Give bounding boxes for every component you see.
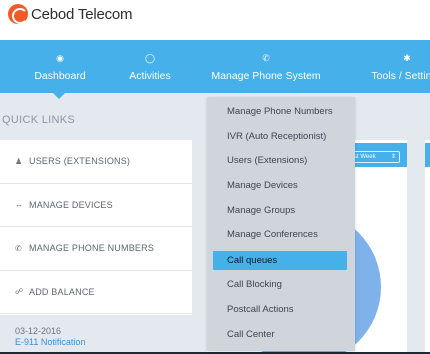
quick-links-list: ♟ USERS (EXTENSIONS) ↔ MANAGE DEVICES ✆ … <box>0 140 192 315</box>
brand-name: Cebod Telecom <box>31 5 133 23</box>
quick-link-users[interactable]: ♟ USERS (EXTENSIONS) <box>0 140 192 184</box>
notification-item: 03-12-2016 E-911 Notification <box>15 326 85 348</box>
quick-link-add-balance-label: ADD BALANCE <box>29 286 95 297</box>
menu-item-call-center[interactable]: Call Center <box>213 325 347 344</box>
menu-item-ivr[interactable]: IVR (Auto Receptionist) <box>213 127 347 146</box>
nav-activities[interactable]: ◯ Activities <box>118 40 182 93</box>
quick-links-title: QUICK LINKS <box>2 114 75 126</box>
notification-date: 03-12-2016 <box>15 326 62 336</box>
arrows-icon: ↔ <box>15 200 24 210</box>
top-bar: Cebod Telecom <box>0 0 430 40</box>
quick-link-users-label: USERS (EXTENSIONS) <box>29 156 131 167</box>
gear-icon: ✱ <box>403 53 411 63</box>
quick-link-manage-phone-numbers-label: MANAGE PHONE NUMBERS <box>29 243 155 254</box>
logo[interactable]: Cebod Telecom <box>8 4 133 24</box>
cebod-logo-icon <box>8 4 28 24</box>
nav-tools-settings[interactable]: ✱ Tools / Settings <box>352 40 430 93</box>
phone-icon: ✆ <box>15 243 22 253</box>
notification-link[interactable]: E-911 Notification <box>15 337 85 348</box>
menu-item-manage-conferences[interactable]: Manage Conferences <box>213 225 347 244</box>
main-nav: ◉ Dashboard ◯ Activities ✆ Manage Phone … <box>0 40 430 93</box>
side-panel-header <box>425 143 430 167</box>
nav-manage-phone-system[interactable]: ✆ Manage Phone System <box>206 40 326 93</box>
link-icon: ☍ <box>15 287 24 297</box>
menu-item-users-extensions[interactable]: Users (Extensions) <box>213 151 347 170</box>
menu-item-call-queues[interactable]: Call queues <box>213 251 347 270</box>
nav-dashboard-label: Dashboard <box>34 70 86 82</box>
quick-link-manage-devices[interactable]: ↔ MANAGE DEVICES <box>0 184 192 227</box>
menu-item-manage-phone-numbers[interactable]: Manage Phone Numbers <box>213 102 347 121</box>
active-nav-caret-icon <box>53 93 65 99</box>
quick-link-add-balance[interactable]: ☍ ADD BALANCE <box>0 271 192 314</box>
phone-icon: ✆ <box>262 53 270 63</box>
side-panel <box>425 140 430 352</box>
nav-dashboard[interactable]: ◉ Dashboard <box>20 40 100 93</box>
menu-item-postcall-actions[interactable]: Postcall Actions <box>213 300 347 319</box>
menu-item-call-blocking[interactable]: Call Blocking <box>213 275 347 294</box>
select-arrows-icon: ⇕ <box>390 154 396 160</box>
nav-activities-label: Activities <box>129 70 171 82</box>
menu-item-manage-devices[interactable]: Manage Devices <box>213 176 347 195</box>
manage-phone-system-dropdown: Manage Phone Numbers IVR (Auto Reception… <box>207 97 355 351</box>
dashboard-icon: ◉ <box>56 53 64 63</box>
period-select-value: st Week <box>354 154 376 160</box>
quick-link-manage-phone-numbers[interactable]: ✆ MANAGE PHONE NUMBERS <box>0 227 192 271</box>
menu-item-manage-groups[interactable]: Manage Groups <box>213 201 347 220</box>
nav-tools-settings-label: Tools / Settings <box>371 70 430 82</box>
quick-link-manage-devices-label: MANAGE DEVICES <box>29 199 113 210</box>
clock-icon: ◯ <box>144 53 156 63</box>
nav-manage-phone-system-label: Manage Phone System <box>211 70 321 82</box>
user-icon: ♟ <box>15 156 23 166</box>
